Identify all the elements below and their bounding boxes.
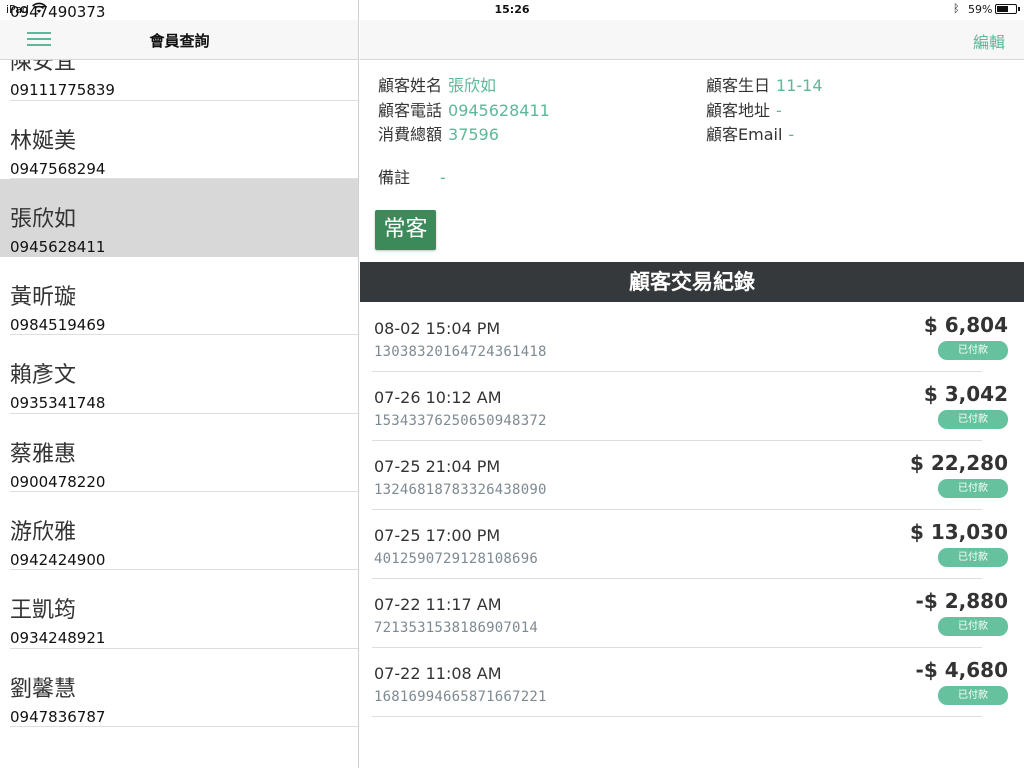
customer-note-value: - xyxy=(440,168,446,187)
transaction-row[interactable]: 08-02 15:04 PM 13038320164724361418 $ 6,80… xyxy=(372,303,1008,372)
member-name: 賴彥文 xyxy=(10,363,77,389)
transaction-date: 07-22 11:17 AM xyxy=(374,595,502,614)
transaction-row[interactable]: 07-22 11:17 AM 7213531538186907014 -$ 2,88… xyxy=(372,579,1008,648)
customer-email-value: - xyxy=(788,125,795,144)
transaction-id: 15343376250650948372 xyxy=(374,413,547,429)
transaction-id: 16816994665871667221 xyxy=(374,689,547,705)
transaction-amount: -$ 2,880 xyxy=(915,589,1008,613)
customer-name-value: 張欣如 xyxy=(448,76,497,95)
customer-detail-pane: 編輯 顧客姓名 張欣如 顧客電話 0945628411 消費總額 37596 顧客生日… xyxy=(360,0,1024,768)
customer-address-value: - xyxy=(776,101,782,120)
payment-status-badge: 已付款 xyxy=(938,548,1008,567)
customer-total-value: 37596 xyxy=(448,125,499,144)
transaction-list: 08-02 15:04 PM 13038320164724361418 $ 6,80… xyxy=(360,303,1024,717)
member-phone: 09111775839 xyxy=(10,81,115,100)
member-list-pane: 0947490373 陳安宜 09111775839 林娫美 0947568294 張欣如… xyxy=(0,0,359,768)
transaction-row[interactable]: 07-22 11:08 AM 16816994665871667221 -$ 4,6… xyxy=(372,648,1008,717)
transaction-amount: $ 3,042 xyxy=(923,382,1008,406)
customer-phone-label: 顧客電話 xyxy=(378,101,443,120)
customer-phone-value: 0945628411 xyxy=(448,101,550,120)
transaction-amount: $ 6,804 xyxy=(923,313,1008,337)
member-name: 王凱筠 xyxy=(10,598,77,624)
member-row[interactable]: 劉馨慧 0947836787 xyxy=(10,649,358,727)
customer-birthday-label: 顧客生日 xyxy=(706,76,771,95)
member-name: 游欣雅 xyxy=(10,520,77,546)
battery-icon xyxy=(995,4,1020,14)
transaction-amount: -$ 4,680 xyxy=(915,658,1008,682)
member-row[interactable]: 游欣雅 0942424900 xyxy=(10,492,358,571)
status-bar: iPad 15:26 ᛒ 59% xyxy=(0,0,1024,20)
customer-phone-row: 顧客電話 0945628411 xyxy=(378,97,550,121)
customer-address-row: 顧客地址 - xyxy=(706,97,782,121)
transaction-date: 08-02 15:04 PM xyxy=(374,319,501,338)
customer-tag-badge: 常客 xyxy=(375,210,436,250)
transaction-id: 4012590729128108696 xyxy=(374,551,538,567)
transaction-date: 07-26 10:12 AM xyxy=(374,388,502,407)
member-phone: 0942424900 xyxy=(10,551,106,570)
transaction-date: 07-25 17:00 PM xyxy=(374,526,501,545)
clock: 15:26 xyxy=(494,3,530,16)
member-phone: 0945628411 xyxy=(10,237,106,256)
customer-email-label: 顧客Email xyxy=(706,125,783,144)
customer-birthday-row: 顧客生日 11-14 xyxy=(706,72,823,96)
payment-status-badge: 已付款 xyxy=(938,686,1008,705)
member-phone: 0934248921 xyxy=(10,629,106,648)
transaction-amount: $ 22,280 xyxy=(909,451,1008,475)
customer-total-label: 消費總額 xyxy=(378,125,443,144)
battery-percent: 59% xyxy=(968,3,993,16)
transaction-row[interactable]: 07-25 17:00 PM 4012590729128108696 $ 13,03… xyxy=(372,510,1008,579)
transaction-id: 13246818783326438090 xyxy=(374,482,547,498)
member-name: 黃昕璇 xyxy=(10,285,77,311)
member-name: 劉馨慧 xyxy=(10,676,77,702)
customer-name-row: 顧客姓名 張欣如 xyxy=(378,72,496,96)
member-row[interactable]: 林娫美 0947568294 xyxy=(10,101,358,179)
payment-status-badge: 已付款 xyxy=(938,341,1008,360)
transaction-date: 07-22 11:08 AM xyxy=(374,664,502,683)
member-row[interactable]: 王凱筠 0934248921 xyxy=(10,570,358,649)
member-list[interactable]: 0947490373 陳安宜 09111775839 林娫美 0947568294 張欣如… xyxy=(0,3,358,727)
page-title: 會員查詢 xyxy=(149,32,210,50)
customer-note-row: 備註 - xyxy=(378,164,446,188)
payment-status-badge: 已付款 xyxy=(938,410,1008,429)
member-phone: 0900478220 xyxy=(10,472,106,491)
transaction-date: 07-25 21:04 PM xyxy=(374,457,501,476)
transaction-row[interactable]: 07-26 10:12 AM 15343376250650948372 $ 3,04… xyxy=(372,372,1008,441)
customer-total-row: 消費總額 37596 xyxy=(378,121,499,145)
edit-button[interactable]: 編輯 xyxy=(973,29,1005,53)
payment-status-badge: 已付款 xyxy=(938,617,1008,636)
member-phone: 0984519469 xyxy=(10,316,106,335)
member-row[interactable]: 張欣如 0945628411 xyxy=(0,178,358,258)
member-name: 張欣如 xyxy=(10,206,77,232)
customer-email-row: 顧客Email - xyxy=(706,121,794,145)
payment-status-badge: 已付款 xyxy=(938,479,1008,498)
transaction-id: 13038320164724361418 xyxy=(374,344,547,360)
right-nav-bar: 編輯 xyxy=(360,20,1024,60)
customer-address-label: 顧客地址 xyxy=(706,101,771,120)
member-phone: 0947568294 xyxy=(10,159,106,178)
transaction-id: 7213531538186907014 xyxy=(374,620,538,636)
member-name: 蔡雅惠 xyxy=(10,441,77,467)
bluetooth-icon: ᛒ xyxy=(953,2,960,15)
left-nav-bar: 會員查詢 xyxy=(0,20,358,60)
member-phone: 0935341748 xyxy=(10,394,106,413)
customer-birthday-value: 11-14 xyxy=(776,76,823,95)
member-name: 林娫美 xyxy=(10,128,77,154)
member-row[interactable]: 黃昕璇 0984519469 xyxy=(10,257,358,336)
member-row[interactable]: 賴彥文 0935341748 xyxy=(10,335,358,414)
customer-note-label: 備註 xyxy=(378,168,411,187)
transaction-amount: $ 13,030 xyxy=(909,520,1008,544)
transaction-row[interactable]: 07-25 21:04 PM 13246818783326438090 $ 22,2… xyxy=(372,441,1008,510)
member-row[interactable]: 蔡雅惠 0900478220 xyxy=(10,414,358,493)
customer-name-label: 顧客姓名 xyxy=(378,76,443,95)
transactions-section-header: 顧客交易紀錄 xyxy=(360,262,1024,302)
member-phone: 0947836787 xyxy=(10,707,106,726)
